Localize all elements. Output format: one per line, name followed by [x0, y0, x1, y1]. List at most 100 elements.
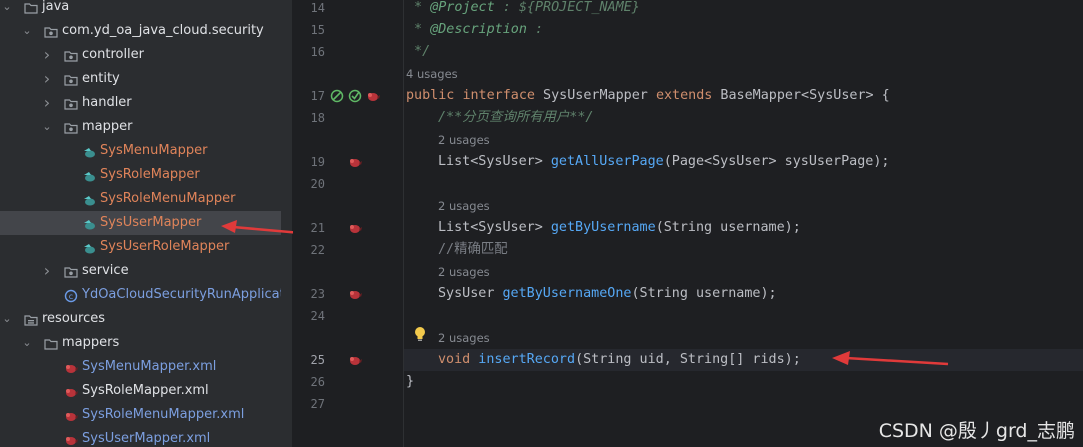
- tree-item[interactable]: › service: [0, 259, 292, 283]
- line-number: 20: [310, 177, 325, 191]
- mybatis-xml-icon: [64, 360, 78, 374]
- line-number: 18: [310, 111, 325, 125]
- chevron-right-icon[interactable]: ›: [42, 259, 52, 283]
- chevron-right-icon[interactable]: ›: [42, 91, 52, 115]
- tree-item[interactable]: SysMenuMapper: [0, 139, 292, 163]
- tree-item[interactable]: SysRoleMenuMapper: [0, 187, 292, 211]
- mapper-interface-icon: [82, 144, 96, 158]
- lightbulb-icon[interactable]: [413, 326, 427, 342]
- tree-item[interactable]: ⌄ mapper: [0, 115, 292, 139]
- tree-item-label: SysUserMapper.xml: [82, 431, 211, 446]
- line-number: 21: [310, 221, 325, 235]
- mybatis-bird-icon[interactable]: [348, 287, 362, 301]
- tree-item-label: entity: [82, 71, 120, 86]
- mybatis-bird-icon[interactable]: [348, 353, 362, 367]
- mybatis-xml-icon: [64, 408, 78, 422]
- tree-item-label: SysUserMapper: [100, 215, 202, 230]
- tree-item-label: YdOaCloudSecurityRunApplication: [82, 287, 292, 302]
- code-line[interactable]: */: [406, 41, 430, 63]
- tree-item-label: mappers: [62, 335, 120, 350]
- tree-item[interactable]: › controller: [0, 43, 292, 67]
- tree-item-label: resources: [42, 311, 106, 326]
- package-icon: [64, 120, 78, 134]
- chevron-down-icon[interactable]: ⌄: [2, 307, 12, 331]
- mybatis-bird-icon[interactable]: [348, 221, 362, 235]
- package-icon: [64, 264, 78, 278]
- package-icon: [64, 96, 78, 110]
- line-number: 24: [310, 309, 325, 323]
- code-line[interactable]: void insertRecord(String uid, String[] r…: [438, 349, 801, 371]
- code-editor[interactable]: 14 15 16 17 18 19 20 21 22 23 24 25 26 2…: [293, 0, 1083, 447]
- implementations-gutter-icon[interactable]: [330, 89, 344, 103]
- tree-item-label: SysUserRoleMapper: [100, 239, 230, 254]
- tree-item[interactable]: SysRoleMapper: [0, 163, 292, 187]
- line-number: 17: [310, 89, 325, 103]
- chevron-down-icon[interactable]: ⌄: [42, 115, 52, 139]
- package-icon: [64, 48, 78, 62]
- spring-boot-class-icon: c: [64, 288, 78, 303]
- code-line[interactable]: public interface SysUserMapper extends B…: [406, 85, 890, 107]
- annotation-arrow-editor: [832, 351, 949, 366]
- tree-item-label: com.yd_oa_java_cloud.security: [62, 23, 264, 38]
- mapper-interface-icon: [82, 192, 96, 206]
- tree-item[interactable]: SysMenuMapper.xml: [0, 355, 292, 379]
- tree-item-label: controller: [82, 47, 145, 62]
- chevron-down-icon[interactable]: ⌄: [2, 0, 12, 19]
- tree-item-label: SysMenuMapper.xml: [82, 359, 217, 374]
- code-line[interactable]: List<SysUser> getByUsername(String usern…: [438, 217, 801, 239]
- navigate-gutter-icon[interactable]: [348, 89, 362, 103]
- tree-item[interactable]: ⌄ resources: [0, 307, 292, 331]
- code-line[interactable]: /**分页查询所有用户**/: [438, 107, 594, 129]
- mybatis-bird-icon[interactable]: [348, 155, 362, 169]
- tree-item[interactable]: SysRoleMenuMapper.xml: [0, 403, 292, 427]
- chevron-right-icon[interactable]: ›: [42, 43, 52, 67]
- svg-text:c: c: [69, 292, 73, 301]
- code-line[interactable]: }: [406, 371, 414, 393]
- package-icon: [64, 72, 78, 86]
- code-line[interactable]: * @Project : ${PROJECT_NAME}: [406, 0, 640, 19]
- resources-folder-icon: [24, 312, 38, 326]
- code-line[interactable]: //精确匹配: [438, 239, 508, 261]
- tree-item[interactable]: › handler: [0, 91, 292, 115]
- tree-item[interactable]: ⌄ com.yd_oa_java_cloud.security: [0, 19, 292, 43]
- tree-item[interactable]: SysUserMapper.xml: [0, 427, 292, 447]
- tree-item[interactable]: c YdOaCloudSecurityRunApplication: [0, 283, 292, 307]
- usages-hint[interactable]: 2 usages: [438, 261, 490, 283]
- code-line[interactable]: List<SysUser> getAllUserPage(Page<SysUse…: [438, 151, 889, 173]
- code-line[interactable]: SysUser getByUsernameOne(String username…: [438, 283, 777, 305]
- usages-hint[interactable]: 2 usages: [438, 195, 490, 217]
- tree-item-label: SysRoleMapper: [100, 167, 200, 182]
- usages-hint[interactable]: 2 usages: [438, 129, 490, 151]
- usages-hint[interactable]: 2 usages: [438, 327, 490, 349]
- line-number: 15: [310, 23, 325, 37]
- gutter-separator: [403, 0, 404, 447]
- usages-hint[interactable]: 4 usages: [406, 63, 458, 85]
- tree-item-label: handler: [82, 95, 132, 110]
- tree-item-label: SysMenuMapper: [100, 143, 208, 158]
- tree-item-label: SysRoleMapper.xml: [82, 383, 209, 398]
- tree-item-label: service: [82, 263, 129, 278]
- tree-item[interactable]: SysRoleMapper.xml: [0, 379, 292, 403]
- watermark: CSDN @殷丿grd_志鹏: [878, 420, 1075, 442]
- mybatis-bird-icon[interactable]: [366, 89, 380, 103]
- chevron-right-icon[interactable]: ›: [42, 67, 52, 91]
- mapper-interface-icon: [82, 168, 96, 182]
- tree-item[interactable]: ⌄ java: [0, 0, 292, 19]
- line-number: 23: [310, 287, 325, 301]
- line-number: 19: [310, 155, 325, 169]
- tree-item[interactable]: ⌄ mappers: [0, 331, 292, 355]
- folder-icon: [44, 336, 58, 350]
- tree-item[interactable]: › entity: [0, 67, 292, 91]
- tree-item-label: SysRoleMenuMapper.xml: [82, 407, 245, 422]
- chevron-down-icon[interactable]: ⌄: [22, 331, 32, 355]
- code-line[interactable]: * @Description :: [406, 19, 543, 41]
- line-number: 16: [310, 45, 325, 59]
- mapper-interface-icon: [82, 240, 96, 254]
- mybatis-xml-icon: [64, 432, 78, 446]
- chevron-down-icon[interactable]: ⌄: [22, 19, 32, 43]
- tree-item-label: java: [42, 0, 70, 14]
- line-number: 25: [310, 353, 325, 367]
- line-number: 27: [310, 397, 325, 411]
- line-number: 14: [310, 1, 325, 15]
- tree-item-label: mapper: [82, 119, 133, 134]
